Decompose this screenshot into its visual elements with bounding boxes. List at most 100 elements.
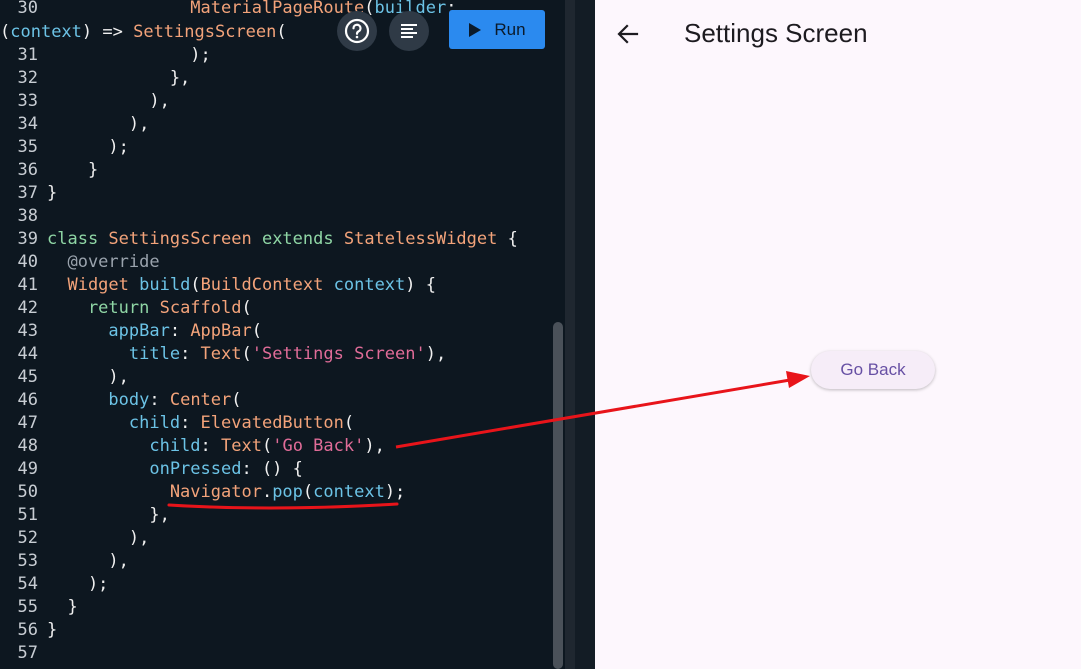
code-line[interactable]: 56}	[0, 619, 58, 642]
line-number: 41	[17, 275, 38, 295]
code-token: ),	[47, 367, 129, 387]
code-token: }	[47, 160, 99, 180]
code-token: ) {	[405, 275, 436, 295]
line-number: 38	[17, 206, 38, 226]
format-button[interactable]	[389, 11, 429, 51]
code-token: (	[261, 436, 273, 456]
code-token: (	[190, 275, 201, 295]
code-line[interactable]: 43 appBar: AppBar(	[0, 320, 262, 343]
code-token: (	[276, 22, 287, 42]
code-line[interactable]: 31 );	[0, 44, 211, 67]
code-token: ),	[47, 551, 129, 571]
code-token: (	[241, 344, 252, 364]
code-line[interactable]: 37}	[0, 182, 58, 205]
code-token: context	[313, 482, 385, 502]
line-number: 30	[17, 0, 38, 18]
code-token: }	[47, 183, 58, 203]
code-line[interactable]: 38	[0, 205, 47, 228]
line-number: 53	[17, 551, 38, 571]
code-token: },	[47, 68, 191, 88]
line-number: 51	[17, 505, 38, 525]
line-number: 37	[17, 183, 38, 203]
code-token: },	[47, 505, 170, 525]
code-token: SettingsScreen	[108, 229, 262, 249]
run-button[interactable]: Run	[449, 10, 545, 49]
code-token: );	[47, 45, 211, 65]
code-token: pop	[272, 482, 303, 502]
code-token: (	[251, 321, 262, 341]
panel-divider[interactable]	[575, 0, 595, 669]
code-line[interactable]: 46 body: Center(	[0, 389, 242, 412]
code-token: ),	[47, 528, 150, 548]
help-circle-icon	[344, 18, 370, 44]
code-token: ),	[47, 114, 150, 134]
code-line[interactable]: 36 }	[0, 159, 99, 182]
code-line[interactable]: 53 ),	[0, 550, 129, 573]
code-token: (	[343, 413, 355, 433]
code-token: Center	[169, 390, 232, 410]
code-token: MaterialPageRoute	[190, 0, 365, 18]
code-line[interactable]: 30 MaterialPageRoute(builder:	[0, 0, 457, 20]
code-line[interactable]: 44 title: Text('Settings Screen'),	[0, 343, 447, 366]
code-line[interactable]: 51 },	[0, 504, 170, 527]
code-token: :	[200, 436, 222, 456]
line-number: 33	[17, 91, 38, 111]
code-token: ),	[425, 344, 447, 364]
code-line[interactable]: 54 );	[0, 573, 109, 596]
code-line[interactable]: 42 return Scaffold(	[0, 297, 252, 320]
code-line[interactable]: 50 Navigator.pop(context);	[0, 481, 406, 504]
help-button[interactable]	[337, 11, 377, 51]
code-token: onPressed	[47, 459, 242, 479]
code-token: BuildContext	[200, 275, 334, 295]
editor-scrollbar[interactable]	[553, 322, 563, 669]
code-token: AppBar	[190, 321, 252, 341]
line-number: 42	[17, 298, 38, 318]
code-token: :	[169, 321, 191, 341]
code-token: appBar	[47, 321, 170, 341]
code-line[interactable]: (context) => SettingsScreen(	[0, 21, 287, 44]
code-line[interactable]: 39 class SettingsScreen extends Stateless…	[0, 228, 518, 251]
code-line[interactable]: 41 Widget build(BuildContext context) {	[0, 274, 436, 297]
code-token: Scaffold	[159, 298, 242, 318]
code-line[interactable]: 52 ),	[0, 527, 150, 550]
line-number: 49	[17, 459, 38, 479]
back-button[interactable]	[616, 22, 640, 50]
code-editor[interactable]: 30 MaterialPageRoute(builder: (context) =…	[0, 0, 575, 669]
code-token: return	[47, 298, 160, 318]
line-number: 57	[17, 643, 38, 663]
play-icon	[469, 22, 482, 37]
code-line[interactable]: 48 child: Text('Go Back'),	[0, 435, 385, 458]
code-token: (	[302, 482, 314, 502]
line-number: 35	[17, 137, 38, 157]
code-token: );	[47, 137, 129, 157]
code-line[interactable]: 47 child: ElevatedButton(	[0, 412, 355, 435]
code-line[interactable]: 49 onPressed: () {	[0, 458, 303, 481]
code-line[interactable]: 34 ),	[0, 113, 150, 136]
code-token: title	[47, 344, 181, 364]
go-back-button[interactable]: Go Back	[811, 351, 935, 389]
line-number: 55	[17, 597, 38, 617]
code-token: {	[507, 229, 518, 249]
editor-scroll-track	[565, 0, 575, 669]
code-token: 'Go Back'	[272, 436, 365, 456]
line-number: 56	[17, 620, 38, 640]
code-token: Text	[221, 436, 262, 456]
code-line[interactable]: 40 @override	[0, 251, 160, 274]
app-preview: Settings Screen Go Back	[595, 0, 1081, 669]
code-token: Navigator	[47, 482, 262, 502]
code-token: }	[47, 597, 78, 617]
code-line[interactable]: 45 ),	[0, 366, 129, 389]
code-token: context	[10, 22, 82, 42]
code-token: ),	[364, 436, 385, 456]
code-token: :	[149, 390, 170, 410]
code-line[interactable]: 32 },	[0, 67, 191, 90]
code-token: (	[241, 298, 252, 318]
code-token: );	[384, 482, 406, 502]
code-token: ElevatedButton	[200, 413, 344, 433]
code-line[interactable]: 35 );	[0, 136, 129, 159]
code-line[interactable]: 55 }	[0, 596, 78, 619]
line-number: 50	[17, 482, 38, 502]
code-line[interactable]: 33 ),	[0, 90, 170, 113]
code-line[interactable]: 57	[0, 642, 47, 665]
